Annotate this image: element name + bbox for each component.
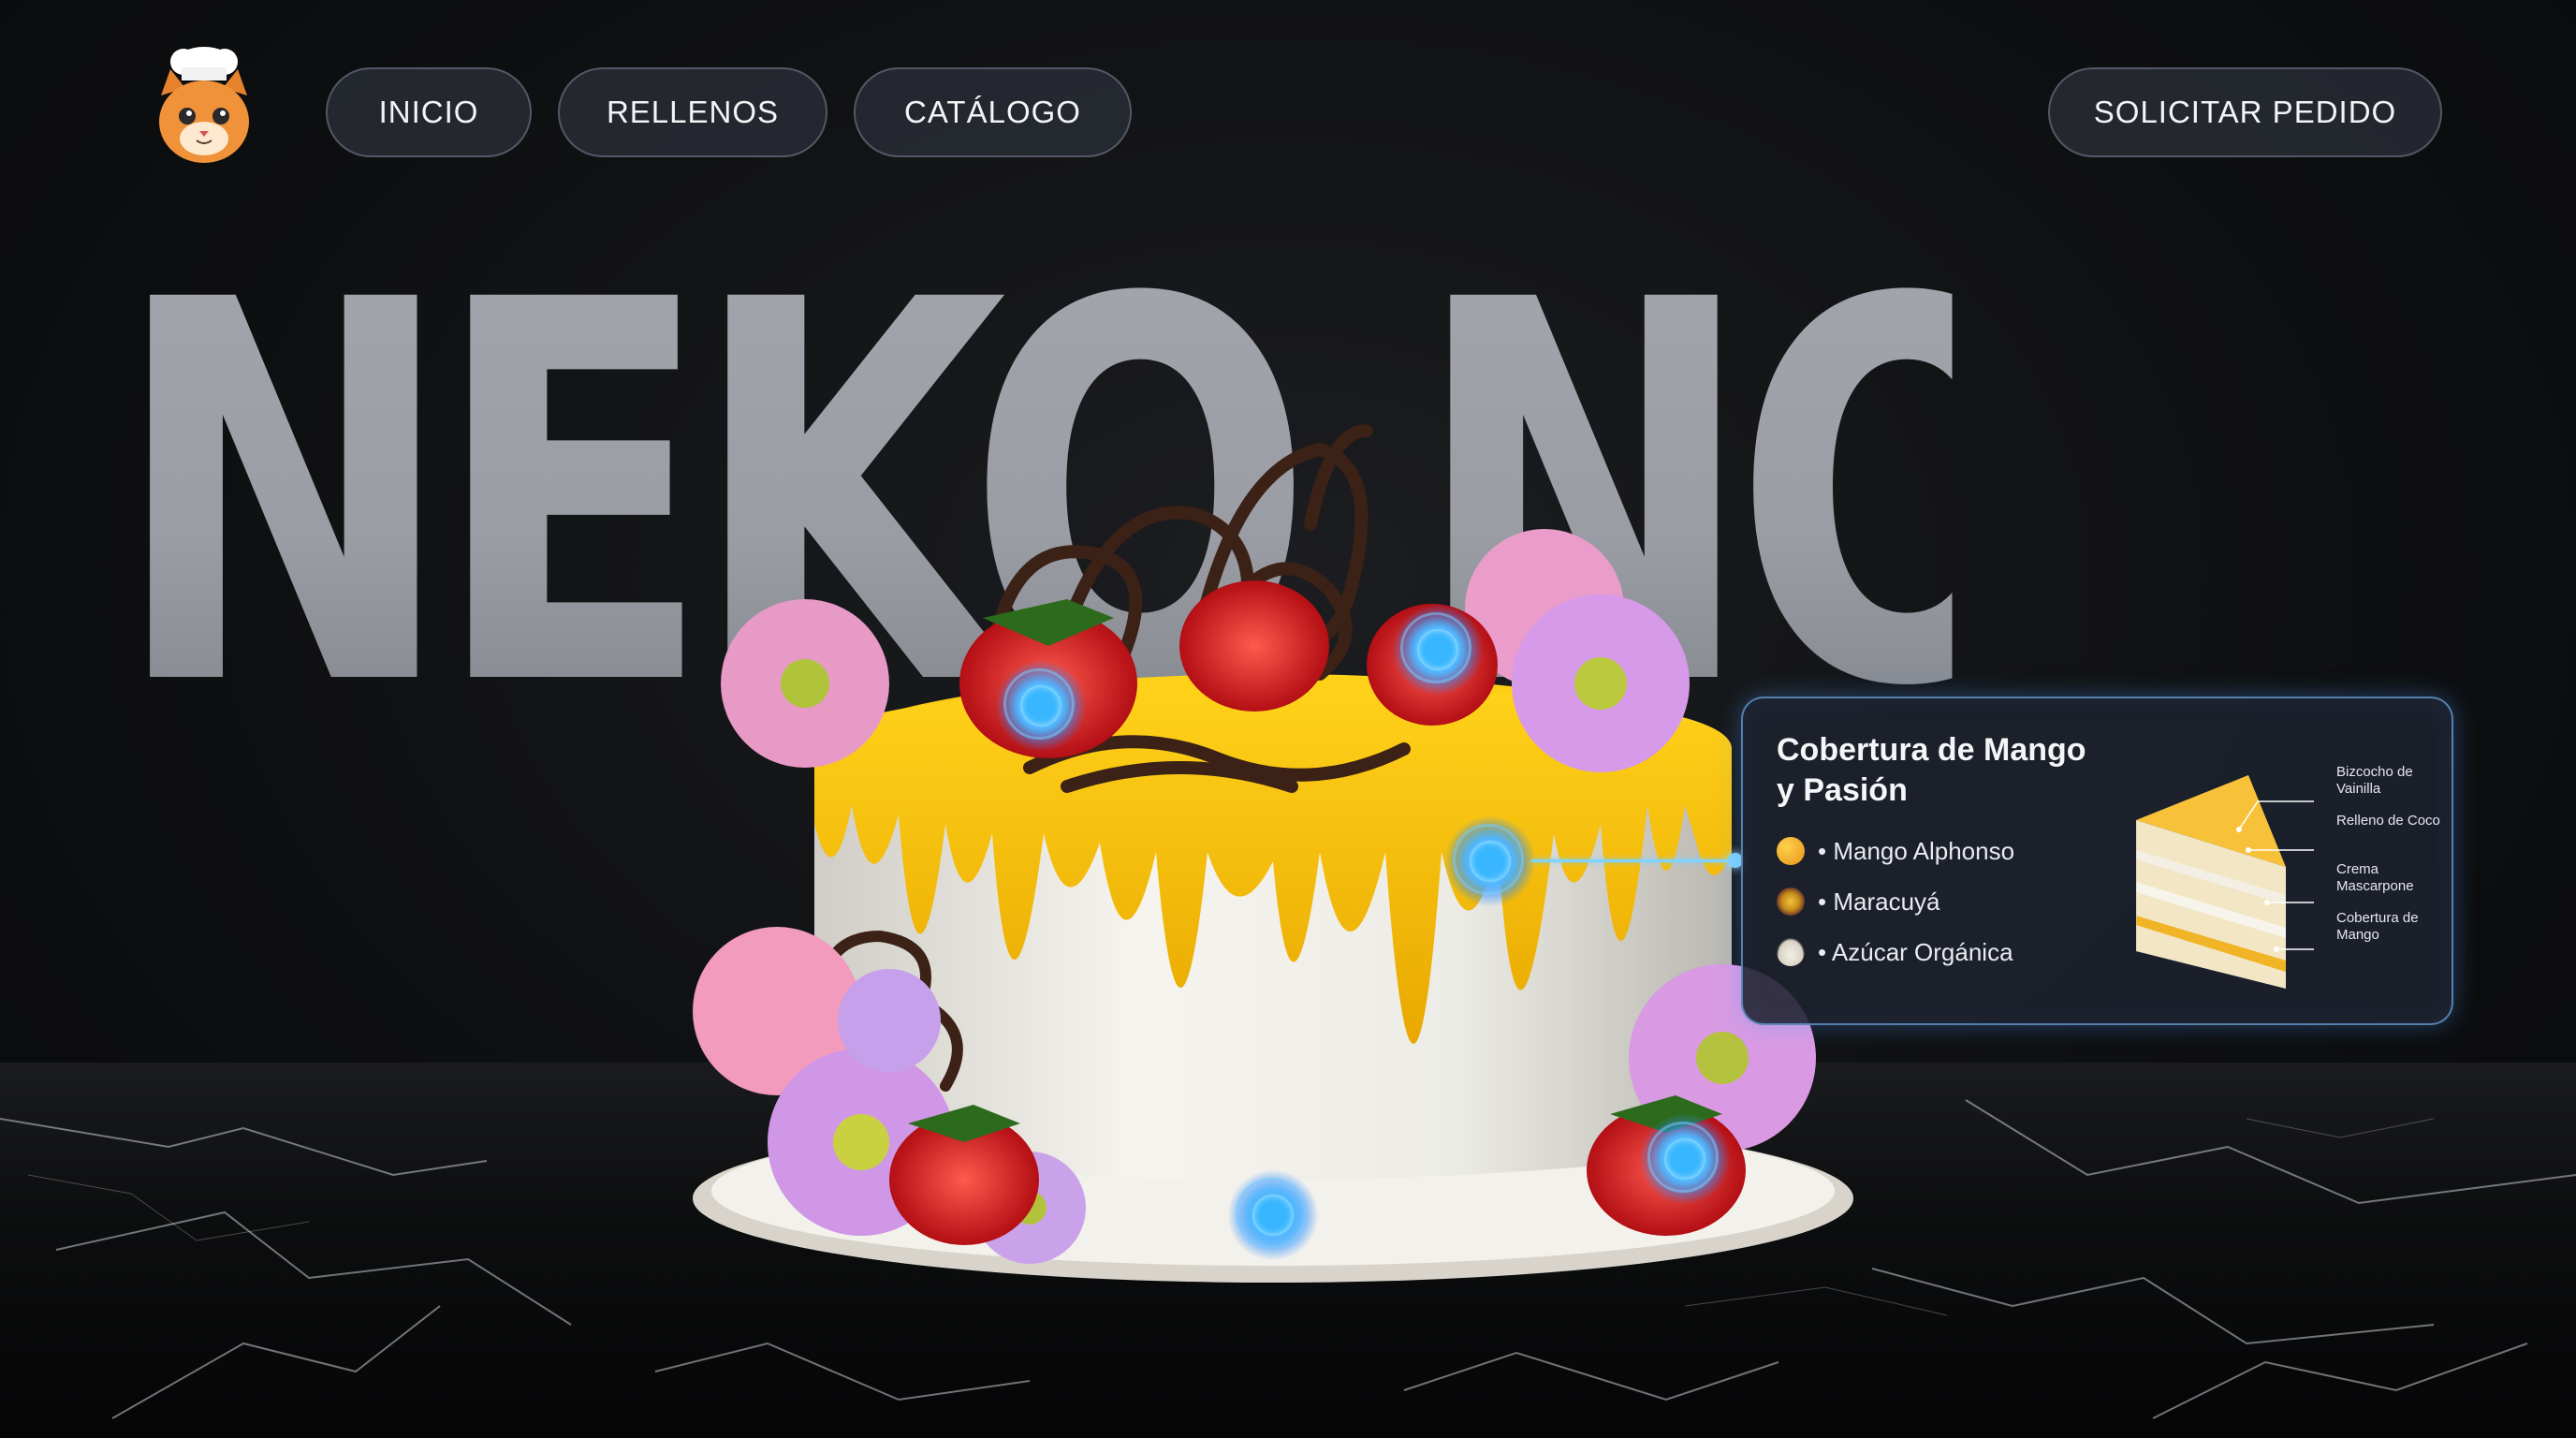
sugar-icon bbox=[1777, 938, 1805, 966]
hotspot-strawberry-right[interactable] bbox=[1640, 1114, 1730, 1204]
hero-stage: NEKO NO KEKI bbox=[0, 0, 2576, 1438]
hotspot-cake-base[interactable] bbox=[1228, 1170, 1318, 1260]
ingredient-item: • Azúcar Orgánica bbox=[1777, 927, 2114, 977]
ingredient-info-card: Cobertura de Mango y Pasión • Mango Alph… bbox=[1741, 697, 2453, 1025]
mango-icon bbox=[1777, 837, 1805, 865]
ingredient-item: • Maracuyá bbox=[1777, 876, 2114, 927]
ingredient-list: • Mango Alphonso • Maracuyá • Azúcar Org… bbox=[1777, 826, 2114, 977]
hotspot-mango-glaze[interactable] bbox=[1445, 816, 1535, 906]
ingredient-label: • Maracuyá bbox=[1818, 887, 1940, 916]
passion-fruit-icon bbox=[1777, 888, 1805, 916]
hotspot-strawberry-top-left[interactable] bbox=[996, 661, 1086, 751]
ingredient-label: • Azúcar Orgánica bbox=[1818, 937, 2013, 966]
chef-cat-icon[interactable] bbox=[148, 41, 260, 172]
info-card-title: Cobertura de Mango y Pasión bbox=[1777, 732, 2086, 808]
layer-label: Crema Mascarpone bbox=[2336, 861, 2414, 894]
request-order-button[interactable]: SOLICITAR PEDIDO bbox=[2048, 67, 2442, 157]
layer-label: Bizcocho de Vainilla bbox=[2336, 764, 2413, 797]
layer-label: Cobertura de Mango bbox=[2336, 910, 2419, 943]
hotspot-chocolate-decoration[interactable] bbox=[1393, 605, 1483, 695]
ingredient-item: • Mango Alphonso bbox=[1777, 826, 2114, 876]
nav-catalogo[interactable]: CATÁLOGO bbox=[854, 67, 1132, 157]
layer-label: Relleno de Coco bbox=[2336, 813, 2440, 829]
ingredient-label: • Mango Alphonso bbox=[1818, 836, 2015, 865]
nav-inicio[interactable]: INICIO bbox=[326, 67, 532, 157]
hotspot-connector-line bbox=[1531, 859, 1735, 862]
nav-rellenos[interactable]: RELLENOS bbox=[558, 67, 827, 157]
